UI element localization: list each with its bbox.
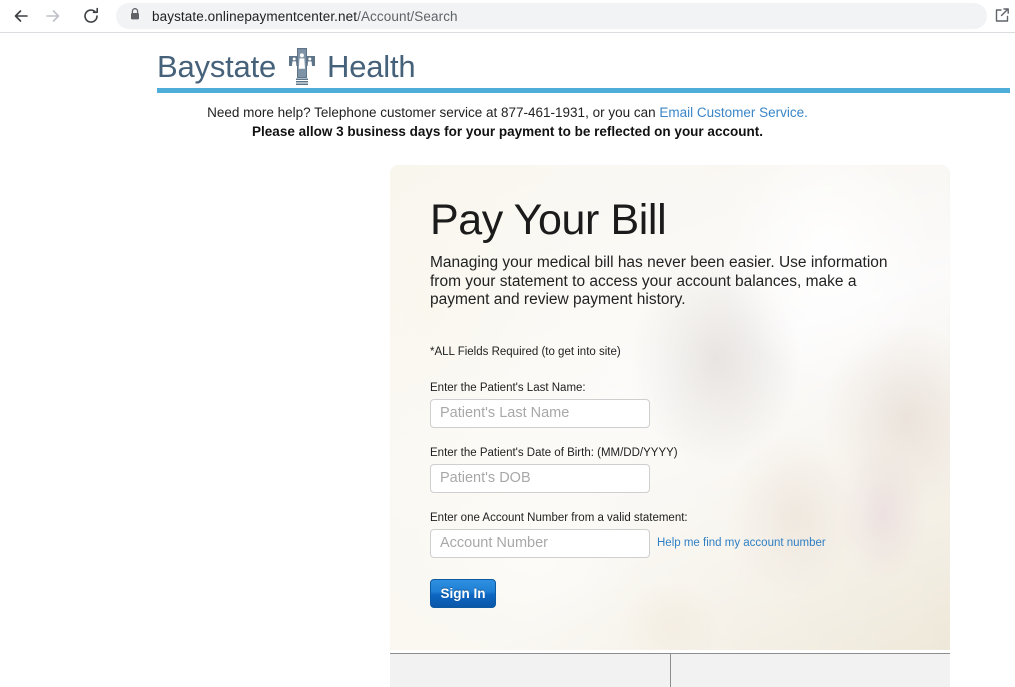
field-group-account-number: Enter one Account Number from a valid st… — [430, 512, 932, 558]
tab-create-a-profile[interactable]: Create a Profile — [669, 653, 950, 687]
forward-button[interactable] — [38, 1, 68, 31]
hero-card: Pay Your Bill Managing your medical bill… — [390, 165, 950, 650]
dob-row — [430, 463, 932, 493]
last-name-input[interactable] — [430, 398, 650, 428]
help-line-phone: Need more help? Telephone customer servi… — [0, 103, 1015, 122]
arrow-right-icon — [43, 6, 63, 26]
lock-icon — [129, 7, 141, 26]
field-group-last-name: Enter the Patient's Last Name: — [430, 382, 932, 428]
arrow-left-icon — [11, 6, 31, 26]
find-account-number-link[interactable]: Help me find my account number — [657, 537, 826, 549]
required-fields-note: *ALL Fields Required (to get into site) — [430, 345, 621, 358]
account-number-label: Enter one Account Number from a valid st… — [430, 511, 688, 524]
account-number-row: Help me find my account number — [430, 528, 932, 558]
hero-content: Pay Your Bill Managing your medical bill… — [430, 195, 932, 608]
field-group-dob: Enter the Patient's Date of Birth: (MM/D… — [430, 447, 932, 493]
email-customer-service-link[interactable]: Email Customer Service. — [659, 105, 808, 120]
last-name-row — [430, 398, 932, 428]
baystate-cross-figures-logo — [288, 47, 316, 87]
account-number-input[interactable] — [430, 528, 650, 558]
share-button[interactable] — [989, 4, 1015, 30]
last-name-label: Enter the Patient's Last Name: — [430, 381, 586, 394]
dob-input[interactable] — [430, 463, 650, 493]
hero-description: Managing your medical bill has never bee… — [430, 254, 888, 308]
help-line-notice: Please allow 3 business days for your pa… — [252, 124, 763, 139]
url-text: baystate.onlinepaymentcenter.net/Account… — [152, 8, 458, 24]
reload-icon — [81, 6, 101, 26]
browser-toolbar: baystate.onlinepaymentcenter.net/Account… — [0, 0, 1015, 33]
brand-name-first: Baystate — [157, 49, 277, 84]
tab-returning-patient[interactable]: Returning Patient — [390, 653, 670, 687]
back-button[interactable] — [6, 1, 36, 31]
dob-label: Enter the Patient's Date of Birth: (MM/D… — [430, 446, 678, 459]
help-line-phone-text: Need more help? Telephone customer servi… — [207, 105, 660, 120]
header-accent-divider — [157, 88, 1010, 93]
brand-name-second: Health — [327, 49, 416, 84]
page-content: Baystate Health Need more help? Telephon… — [0, 33, 1015, 687]
bottom-tab-bar: Returning Patient Create a Profile — [390, 653, 950, 687]
share-icon — [993, 6, 1012, 28]
help-banner: Need more help? Telephone customer servi… — [0, 103, 1015, 142]
sign-in-button[interactable]: Sign In — [430, 578, 496, 608]
page-title: Pay Your Bill — [430, 196, 667, 244]
address-bar[interactable]: baystate.onlinepaymentcenter.net/Account… — [116, 3, 987, 29]
site-header: Baystate Health — [157, 41, 416, 93]
reload-button[interactable] — [76, 1, 106, 31]
